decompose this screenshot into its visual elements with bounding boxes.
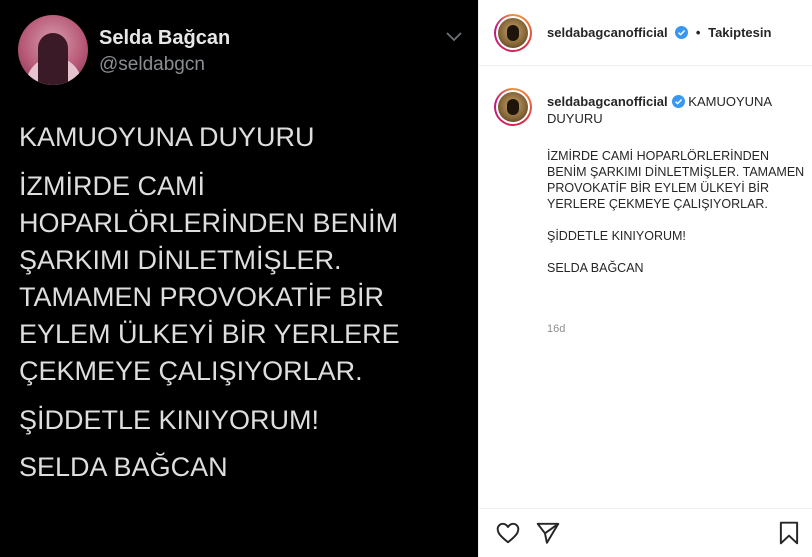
caption-paragraph: SELDA BAĞCAN [547, 261, 644, 275]
chevron-down-icon [446, 32, 462, 42]
tweet-paragraph: SELDA BAĞCAN [19, 452, 228, 482]
header-separator: • [695, 25, 701, 40]
tweet-body: KAMUOYUNA DUYURU İZMİRDE CAMİ HOPARLÖRLE… [19, 119, 469, 498]
caption-body: İZMİRDE CAMİ HOPARLÖRLERİNDEN BENİM ŞARK… [547, 148, 805, 292]
tweet-paragraph: KAMUOYUNA DUYURU [19, 122, 315, 152]
header-avatar[interactable] [494, 14, 532, 52]
header-user-line: seldabagcanofficial • Takiptesin [547, 25, 771, 40]
instagram-post-panel: seldabagcanofficial • Takiptesin seldaba… [478, 0, 812, 557]
bookmark-icon[interactable] [776, 520, 802, 546]
paper-plane-icon[interactable] [535, 520, 561, 546]
post-timestamp[interactable]: 16d [547, 323, 565, 335]
verified-badge-icon [675, 26, 689, 39]
tweet-author-handle: @seldabgcn [99, 54, 205, 75]
tweet-avatar [18, 15, 88, 85]
following-button[interactable]: Takiptesin [708, 25, 771, 40]
tweet-paragraph: ŞİDDETLE KINIYORUM! [19, 405, 320, 435]
post-actions-bar [479, 508, 812, 557]
header-username[interactable]: seldabagcanofficial [547, 25, 668, 40]
post-header: seldabagcanofficial • Takiptesin [479, 0, 812, 66]
caption-paragraph: İZMİRDE CAMİ HOPARLÖRLERİNDEN BENİM ŞARK… [547, 149, 805, 211]
caption-avatar[interactable] [494, 88, 532, 126]
verified-badge-icon [671, 95, 685, 108]
caption-username[interactable]: seldabagcanofficial [547, 94, 668, 109]
caption-paragraph: ŞİDDETLE KINIYORUM! [547, 229, 686, 243]
heart-icon[interactable] [495, 520, 521, 546]
tweet-author-name: Selda Bağcan [99, 27, 231, 49]
caption-header: seldabagcanofficial KAMUOYUNA DUYURU [547, 93, 807, 127]
tweet-screenshot: Selda Bağcan @seldabgcn KAMUOYUNA DUYURU… [0, 0, 478, 557]
tweet-paragraph: İZMİRDE CAMİ HOPARLÖRLERİNDEN BENİM ŞARK… [19, 171, 400, 386]
